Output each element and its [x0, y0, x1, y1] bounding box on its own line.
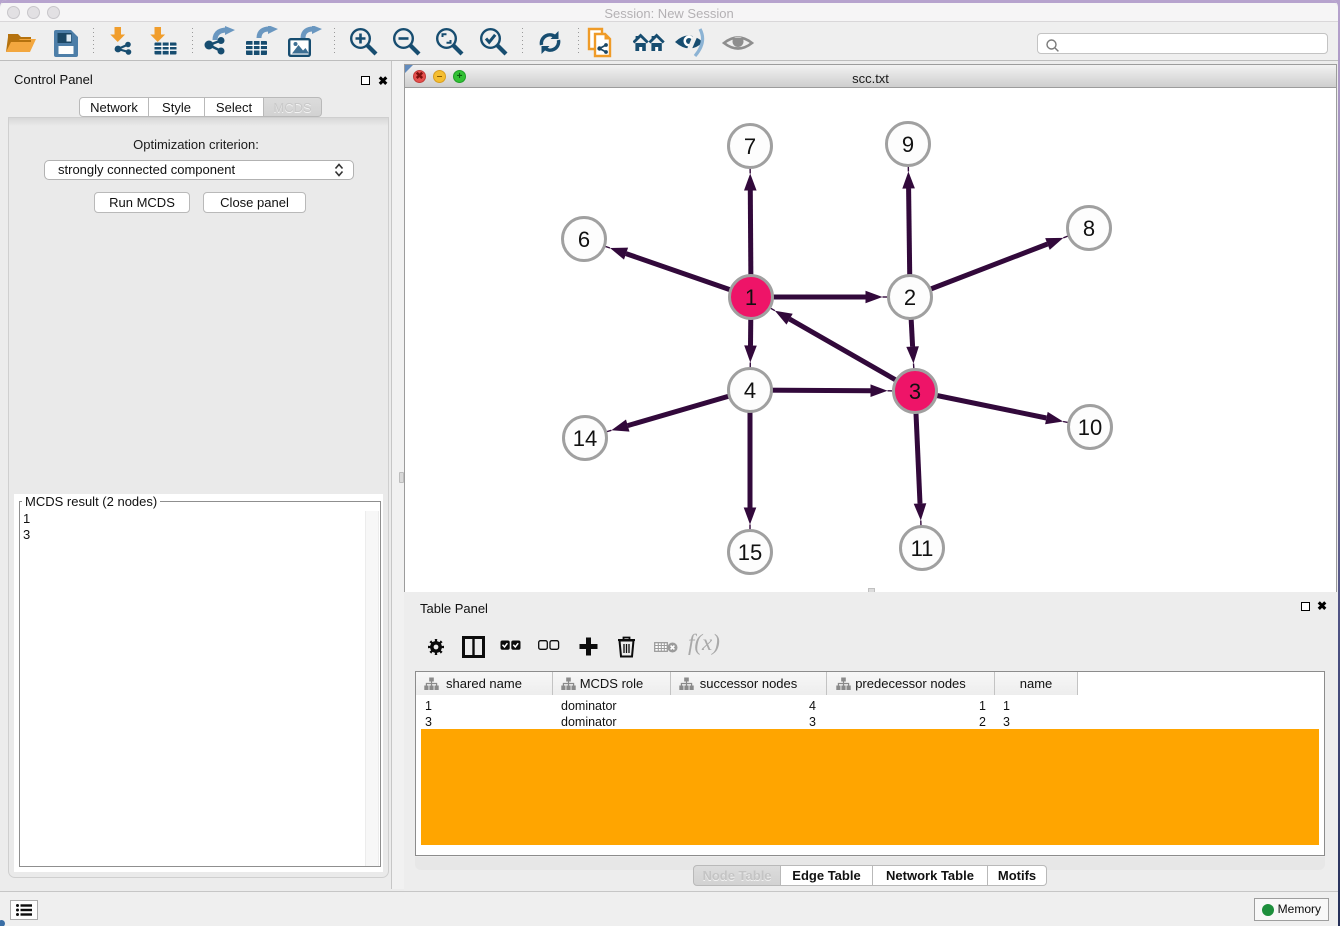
svg-text:15: 15: [738, 540, 762, 565]
svg-text:3: 3: [909, 379, 921, 404]
svg-text:9: 9: [902, 132, 914, 157]
svg-text:2: 2: [904, 285, 916, 310]
svg-text:14: 14: [573, 426, 597, 451]
svg-text:4: 4: [744, 378, 756, 403]
svg-text:1: 1: [745, 285, 757, 310]
svg-text:6: 6: [578, 227, 590, 252]
svg-text:7: 7: [744, 134, 756, 159]
svg-text:8: 8: [1083, 216, 1095, 241]
svg-text:10: 10: [1078, 415, 1102, 440]
svg-text:11: 11: [911, 536, 934, 561]
